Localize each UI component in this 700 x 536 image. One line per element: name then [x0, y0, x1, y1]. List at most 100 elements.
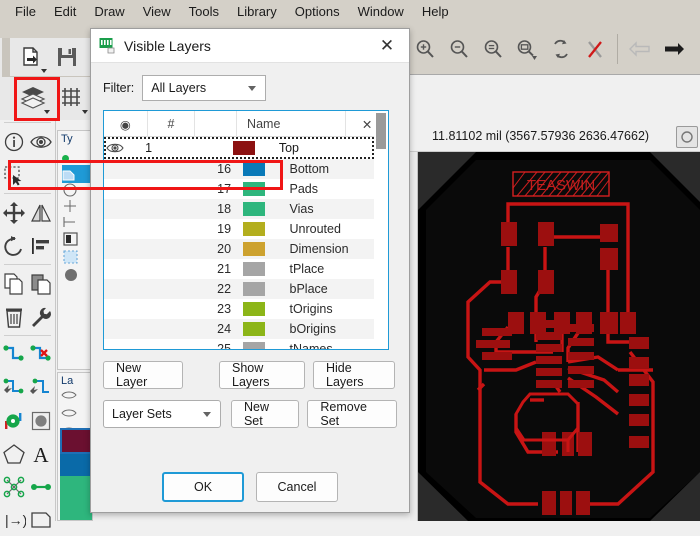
- pcb-canvas[interactable]: TEASWIN: [418, 152, 700, 521]
- via-icon[interactable]: [0, 404, 28, 437]
- visibility-icon[interactable]: [104, 299, 147, 319]
- menu-item-tools[interactable]: Tools: [180, 2, 228, 21]
- canvas-vertical-scrollbar[interactable]: [410, 152, 418, 521]
- layer-sets-select[interactable]: Layer Sets: [103, 400, 221, 428]
- scrollbar-thumb[interactable]: [376, 113, 386, 149]
- layer-color-swatch[interactable]: [238, 219, 279, 239]
- table-row[interactable]: 22 bPlace: [104, 279, 388, 299]
- table-row[interactable]: 17 Pads: [104, 179, 388, 199]
- menu-item-file[interactable]: File: [6, 2, 45, 21]
- visibility-icon[interactable]: [104, 179, 147, 199]
- column-header-number[interactable]: #: [148, 111, 196, 137]
- ratsnest-icon[interactable]: [28, 371, 56, 404]
- redraw-icon[interactable]: [544, 32, 578, 66]
- layer-color-swatch[interactable]: [238, 279, 279, 299]
- layer-swatch-pads[interactable]: [60, 476, 92, 498]
- layer-color-swatch[interactable]: [238, 179, 279, 199]
- new-set-button[interactable]: New Set: [230, 400, 300, 428]
- visibility-icon[interactable]: [104, 159, 147, 179]
- copy-icon[interactable]: [0, 267, 28, 300]
- column-header-visibility[interactable]: ◉: [104, 111, 148, 137]
- rotate-icon[interactable]: [0, 229, 28, 262]
- layer-visibility-toggle[interactable]: [61, 407, 92, 425]
- type-row-selected[interactable]: [62, 165, 92, 183]
- table-row[interactable]: 25 tNames: [104, 339, 388, 349]
- dialog-title-bar[interactable]: Visible Layers ✕: [91, 29, 409, 63]
- menu-item-view[interactable]: View: [134, 2, 180, 21]
- visibility-icon[interactable]: [104, 199, 147, 219]
- align-icon[interactable]: [28, 229, 56, 262]
- type-row-net[interactable]: [62, 151, 92, 165]
- layer-visibility-toggle[interactable]: [61, 389, 92, 407]
- hide-layers-button[interactable]: Hide Layers: [313, 361, 395, 389]
- table-row[interactable]: 16 Bottom: [104, 159, 388, 179]
- cancel-button[interactable]: Cancel: [256, 472, 338, 502]
- layer-table[interactable]: ◉ # Name ✕ 16 Bottom 17 Pads 18 Vias 19 Unroute…: [103, 110, 389, 350]
- save-icon[interactable]: [50, 40, 84, 74]
- visibility-icon[interactable]: [104, 219, 147, 239]
- grid-icon[interactable]: [54, 80, 88, 114]
- mirror-icon[interactable]: [28, 196, 56, 229]
- visibility-icon[interactable]: [104, 239, 147, 259]
- visibility-icon[interactable]: [104, 339, 147, 349]
- zoom-select-icon[interactable]: [510, 32, 544, 66]
- layers-icon[interactable]: [16, 80, 50, 114]
- menu-item-window[interactable]: Window: [349, 2, 413, 21]
- group-select-icon[interactable]: [0, 158, 28, 191]
- change-icon[interactable]: [28, 300, 56, 333]
- column-header-color[interactable]: [195, 111, 238, 137]
- hole-icon[interactable]: [28, 404, 56, 437]
- layer-color-swatch[interactable]: [238, 239, 279, 259]
- move-icon[interactable]: [0, 196, 28, 229]
- visibility-icon[interactable]: [104, 319, 147, 339]
- rect-icon[interactable]: [28, 503, 56, 536]
- visibility-icon[interactable]: [104, 259, 147, 279]
- menu-item-library[interactable]: Library: [228, 2, 286, 21]
- close-icon[interactable]: ✕: [365, 29, 409, 63]
- layer-swatch-bottom[interactable]: [60, 454, 92, 476]
- layer-color-swatch[interactable]: [238, 299, 279, 319]
- paste-icon[interactable]: [28, 267, 56, 300]
- zoom-in-icon[interactable]: [408, 32, 442, 66]
- table-row[interactable]: 19 Unrouted: [104, 219, 388, 239]
- table-row[interactable]: 18 Vias: [104, 199, 388, 219]
- type-row-circle[interactable]: [62, 183, 92, 199]
- new-layer-button[interactable]: New Layer: [103, 361, 183, 389]
- ok-button[interactable]: OK: [162, 472, 244, 502]
- polygon-icon[interactable]: [0, 437, 28, 470]
- type-row-rect[interactable]: [62, 231, 92, 249]
- type-row-move[interactable]: [62, 199, 92, 215]
- type-row-dashed[interactable]: [62, 249, 92, 267]
- zoom-fit-icon[interactable]: [476, 32, 510, 66]
- table-row[interactable]: 24 bOrigins: [104, 319, 388, 339]
- layer-table-scrollbar[interactable]: [374, 111, 388, 349]
- canvas-option-button[interactable]: [676, 126, 698, 148]
- info-icon[interactable]: [0, 125, 28, 158]
- type-row-dim[interactable]: [62, 215, 92, 231]
- layer-swatch-top[interactable]: [60, 428, 92, 454]
- autoroute-icon[interactable]: [0, 371, 28, 404]
- column-header-name[interactable]: Name: [237, 111, 347, 137]
- stop-icon[interactable]: [578, 32, 612, 66]
- wire-icon[interactable]: [28, 470, 56, 503]
- layer-color-swatch[interactable]: [238, 159, 279, 179]
- visibility-icon[interactable]: [104, 279, 147, 299]
- table-row[interactable]: 21 tPlace: [104, 259, 388, 279]
- redo-icon[interactable]: [657, 32, 691, 66]
- layer-color-swatch[interactable]: [238, 339, 279, 349]
- text-icon[interactable]: A: [28, 437, 56, 470]
- type-row-hole[interactable]: [62, 267, 92, 285]
- show-icon[interactable]: [28, 125, 56, 158]
- menu-item-draw[interactable]: Draw: [85, 2, 133, 21]
- table-row[interactable]: 20 Dimension: [104, 239, 388, 259]
- split-icon[interactable]: [0, 470, 28, 503]
- visibility-icon[interactable]: [106, 141, 145, 155]
- ripup-icon[interactable]: [28, 338, 56, 371]
- open-icon[interactable]: [14, 40, 48, 74]
- route-icon[interactable]: [0, 338, 28, 371]
- menu-item-help[interactable]: Help: [413, 2, 458, 21]
- menu-item-options[interactable]: Options: [286, 2, 349, 21]
- filter-select[interactable]: All Layers: [142, 75, 267, 101]
- layer-color-swatch[interactable]: [238, 199, 279, 219]
- table-row-selected[interactable]: 1 Top: [104, 137, 374, 159]
